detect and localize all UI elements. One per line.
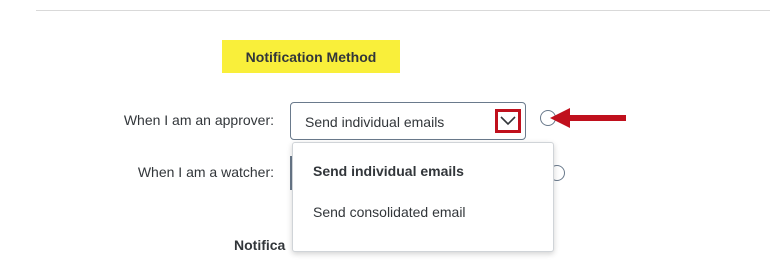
dropdown-option-consolidated[interactable]: Send consolidated email [313, 204, 466, 220]
red-arrow-icon [550, 108, 626, 128]
chevron-down-icon [500, 116, 516, 126]
watcher-label: When I am a watcher: [137, 164, 274, 180]
next-section-heading-partial: Notifica [234, 237, 286, 253]
top-divider [36, 10, 770, 11]
section-heading-notification-method: Notification Method [222, 40, 400, 73]
approver-notification-select[interactable]: Send individual emails [290, 102, 526, 140]
approver-select-value: Send individual emails [305, 114, 445, 130]
approver-select-toggle[interactable] [495, 109, 521, 133]
approver-dropdown-list: Send individual emails Send consolidated… [292, 142, 554, 252]
dropdown-option-individual[interactable]: Send individual emails [313, 163, 464, 179]
approver-label: When I am an approver: [123, 112, 274, 128]
